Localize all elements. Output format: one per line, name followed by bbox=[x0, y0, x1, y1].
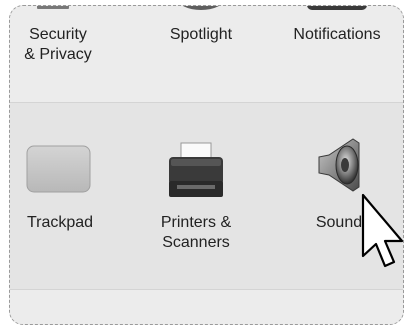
notifications-icon bbox=[307, 6, 367, 10]
printers-scanners-icon bbox=[169, 142, 223, 197]
pref-printers-scanners[interactable]: Printers & Scanners bbox=[136, 141, 256, 271]
pref-security-privacy-label: Security & Privacy bbox=[24, 26, 92, 63]
pref-security-privacy[interactable]: Security & Privacy bbox=[10, 6, 108, 86]
pref-notifications[interactable]: Notifications bbox=[269, 6, 403, 86]
security-privacy-icon bbox=[37, 6, 69, 9]
trackpad-icon bbox=[26, 145, 91, 193]
spotlight-icon bbox=[183, 6, 219, 10]
pref-trackpad[interactable]: Trackpad bbox=[10, 141, 110, 251]
preferences-row-personal: Security & Privacy Spotlight Notificatio… bbox=[10, 6, 403, 102]
mouse-pointer-icon bbox=[361, 193, 404, 268]
sound-icon bbox=[318, 138, 360, 192]
pref-notifications-label: Notifications bbox=[293, 26, 381, 43]
pref-trackpad-label: Trackpad bbox=[26, 214, 94, 231]
pref-spotlight[interactable]: Spotlight bbox=[146, 6, 256, 86]
preferences-row-hardware: Trackpad Printers & Scanners Sound bbox=[10, 102, 403, 290]
preferences-row-bottom bbox=[10, 290, 403, 324]
pref-printers-scanners-label: Printers & Scanners bbox=[160, 214, 232, 251]
system-preferences-window: Security & Privacy Spotlight Notificatio… bbox=[9, 5, 404, 325]
pref-spotlight-label: Spotlight bbox=[169, 26, 233, 43]
